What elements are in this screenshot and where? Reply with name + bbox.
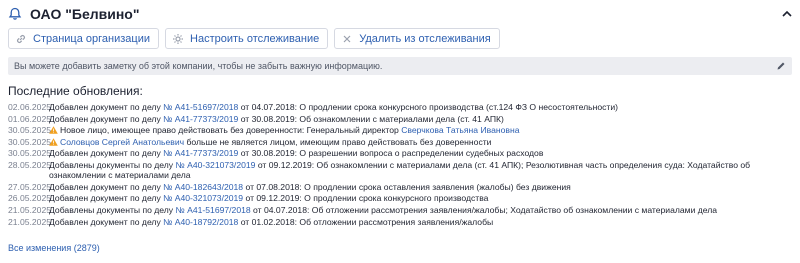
case-link[interactable]: № А41-77373/2019	[163, 114, 238, 124]
bell-icon	[8, 7, 22, 21]
company-note[interactable]: Вы можете добавить заметку об этой компа…	[8, 57, 792, 75]
link-icon	[15, 33, 27, 45]
case-link[interactable]: № А41-77373/2019	[163, 148, 238, 158]
chevron-up-icon[interactable]	[780, 7, 794, 21]
company-title: ОАО "Белвино"	[30, 6, 140, 22]
person-link[interactable]: Сверчкова Татьяна Ивановна	[401, 125, 519, 135]
person-link[interactable]: Соловцов Сергей Анатольевич	[60, 137, 184, 147]
update-text: Добавлены документы по делу № А40-321073…	[49, 159, 751, 181]
update-date: 27.05.2025	[8, 181, 52, 192]
update-date: 30.05.2025	[8, 136, 52, 147]
remove-tracking-label: Удалить из отслеживания	[359, 32, 491, 45]
updates-list: 02.06.2025 Добавлен документ по делу № А…	[8, 102, 792, 228]
update-row: 21.05.2025 Добавлен документ по делу № А…	[8, 217, 792, 227]
update-text: Добавлен документ по делу № А41-77373/20…	[49, 113, 504, 124]
update-text: Добавлен документ по делу № А40-18792/20…	[49, 216, 494, 227]
update-text: Добавлены документы по делу № А41-51697/…	[49, 204, 718, 215]
company-header: ОАО "Белвино"	[8, 4, 794, 24]
update-date: 01.06.2025	[8, 113, 52, 124]
update-row: 30.05.2025 Добавлен документ по делу № А…	[8, 148, 792, 158]
case-link[interactable]: № А41-51697/2018	[163, 102, 238, 112]
org-page-button[interactable]: Страница организации	[8, 28, 160, 49]
update-row: 30.05.2025 Новое лицо, имеющее право дей…	[8, 125, 792, 135]
action-bar: Страница организации Настроить отслежива…	[8, 28, 500, 49]
update-date: 30.05.2025	[8, 148, 52, 159]
gear-icon	[172, 33, 184, 45]
close-icon	[341, 33, 353, 45]
case-link[interactable]: № А41-51697/2018	[176, 205, 251, 215]
update-row: 28.05.2025 Добавлены документы по делу №…	[8, 160, 792, 180]
setup-tracking-label: Настроить отслеживание	[190, 32, 320, 45]
update-text: Новое лицо, имеющее право действовать бе…	[49, 125, 792, 135]
update-date: 30.05.2025	[8, 125, 52, 136]
update-text: Соловцов Сергей Анатольевич больше не яв…	[49, 137, 792, 147]
case-link[interactable]: № А40-18792/2018	[163, 217, 238, 227]
setup-tracking-button[interactable]: Настроить отслеживание	[165, 28, 329, 49]
case-link[interactable]: № А40-321073/2019	[163, 193, 243, 203]
update-date: 21.05.2025	[8, 204, 52, 215]
update-date: 21.05.2025	[8, 216, 52, 227]
remove-tracking-button[interactable]: Удалить из отслеживания	[334, 28, 500, 49]
update-date: 02.06.2025	[8, 102, 52, 112]
update-text: Добавлен документ по делу № А41-51697/20…	[49, 102, 619, 112]
pencil-icon[interactable]	[776, 61, 786, 71]
case-link[interactable]: № А40-182643/2018	[163, 182, 243, 192]
update-text: Добавлен документ по делу № А40-321073/2…	[49, 193, 489, 204]
update-row: 27.05.2025 Добавлен документ по делу № А…	[8, 182, 792, 192]
update-date: 28.05.2025	[8, 159, 52, 170]
update-text: Добавлен документ по делу № А40-182643/2…	[49, 181, 571, 192]
update-row: 30.05.2025 Соловцов Сергей Анатольевич б…	[8, 137, 792, 147]
warning-icon	[49, 126, 58, 134]
update-row: 21.05.2025 Добавлены документы по делу №…	[8, 205, 792, 215]
note-text: Вы можете добавить заметку об этой компа…	[14, 61, 383, 71]
update-text: Добавлен документ по делу № А41-77373/20…	[49, 148, 544, 159]
updates-title: Последние обновления:	[8, 84, 143, 98]
update-row: 01.06.2025 Добавлен документ по делу № А…	[8, 114, 792, 124]
update-row: 02.06.2025 Добавлен документ по делу № А…	[8, 102, 792, 112]
update-row: 26.05.2025 Добавлен документ по делу № А…	[8, 193, 792, 203]
org-page-label: Страница организации	[33, 32, 151, 45]
all-changes-link[interactable]: Все изменения (2879)	[8, 243, 100, 253]
case-link[interactable]: № А40-321073/2019	[176, 160, 256, 170]
warning-icon	[49, 138, 58, 146]
update-date: 26.05.2025	[8, 193, 52, 204]
